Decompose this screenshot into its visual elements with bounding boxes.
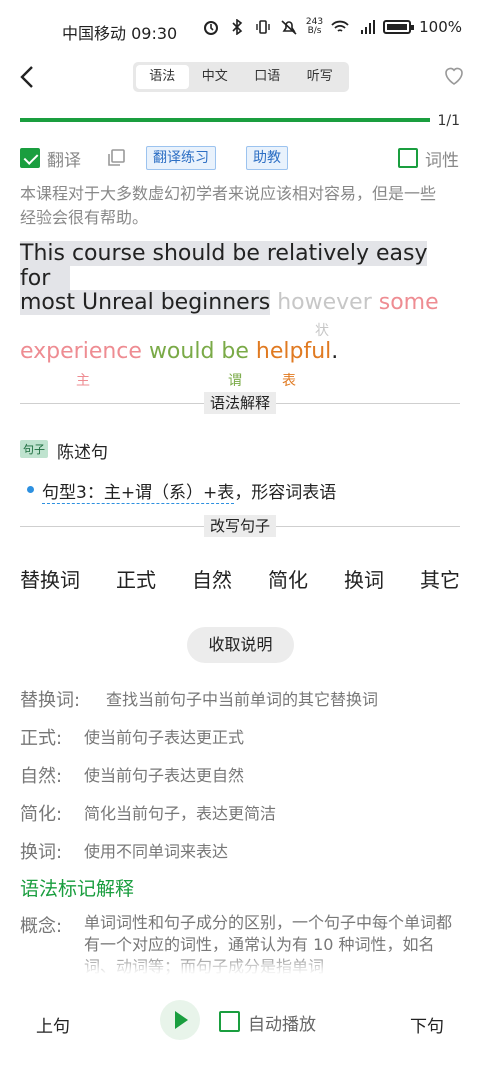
translate-label: 翻译 bbox=[47, 151, 81, 171]
tag-predicate: 谓 bbox=[228, 373, 242, 389]
grammar-section-title: 语法解释 bbox=[203, 392, 277, 414]
tab-dictation[interactable]: 听写 bbox=[294, 65, 347, 89]
rewrite-divider: 改写句子 bbox=[20, 515, 460, 537]
word-some[interactable]: some bbox=[379, 290, 439, 315]
tag-adverbial: 状 bbox=[315, 323, 329, 339]
collapse-explanation-button[interactable]: 收取说明 bbox=[187, 627, 294, 663]
wifi-icon bbox=[331, 20, 349, 32]
explanation-value: 使当前句子表达更正式 bbox=[84, 728, 245, 747]
previous-sentence-button[interactable]: 上句 bbox=[36, 1012, 70, 1037]
word-would-be[interactable]: would be bbox=[149, 339, 249, 364]
grammar-divider: 语法解释 bbox=[20, 392, 460, 414]
progress-bar bbox=[20, 118, 430, 122]
tab-speaking[interactable]: 口语 bbox=[241, 65, 294, 89]
part-of-speech-label: 词性 bbox=[425, 151, 459, 171]
tab-chinese[interactable]: 中文 bbox=[189, 65, 242, 89]
tag-subject: 主 bbox=[76, 373, 90, 389]
explanation-value: 查找当前句子中当前单词的其它替换词 bbox=[106, 690, 379, 709]
sentence-line-2: most Unreal beginners however some bbox=[20, 290, 439, 315]
rewrite-tabs: 替换词 正式 自然 简化 换词 其它 bbox=[20, 564, 460, 593]
play-button[interactable] bbox=[160, 1000, 200, 1040]
tab-grammar[interactable]: 语法 bbox=[136, 65, 189, 89]
explanation-value: 使用不同单词来表达 bbox=[84, 842, 229, 861]
sentence-type: 陈述句 bbox=[57, 443, 108, 463]
auto-play-checkbox[interactable] bbox=[219, 1011, 240, 1032]
translation-practice-button[interactable]: 翻译练习 bbox=[146, 146, 216, 170]
grammar-marks-title: 语法标记解释 bbox=[20, 878, 135, 900]
bluetooth-icon bbox=[232, 19, 243, 35]
word-however[interactable]: however bbox=[277, 290, 372, 315]
tutor-button[interactable]: 助教 bbox=[246, 146, 288, 170]
signal-5g-icon bbox=[361, 20, 376, 34]
explanation-key: 换词: bbox=[20, 842, 63, 863]
net-speed-unit: B/s bbox=[307, 26, 322, 36]
explanation-key: 替换词: bbox=[20, 690, 81, 711]
explanation-value: 简化当前句子，表达更简洁 bbox=[84, 804, 277, 823]
alarm-icon bbox=[203, 21, 218, 35]
sentence-pattern-rest: ，形容词表语 bbox=[234, 483, 337, 503]
rewrite-tab-replace-word[interactable]: 替换词 bbox=[20, 564, 80, 593]
sentence-period: . bbox=[331, 339, 339, 364]
back-arrow-icon[interactable] bbox=[16, 62, 40, 92]
sentence-pattern-link[interactable]: 句型3：主+谓（系）+表 bbox=[42, 483, 235, 504]
progress-text: 1/1 bbox=[437, 113, 460, 129]
favorite-heart-icon[interactable] bbox=[442, 64, 466, 88]
copy-icon[interactable] bbox=[106, 148, 126, 168]
rewrite-tab-formal[interactable]: 正式 bbox=[116, 564, 156, 593]
rewrite-section-title: 改写句子 bbox=[203, 515, 277, 537]
status-right-group: 243 B/s 100% bbox=[202, 18, 462, 36]
tag-complement: 表 bbox=[282, 373, 296, 389]
status-carrier-time: 中国移动 09:30 bbox=[62, 24, 178, 43]
sentence-badge: 句子 bbox=[20, 440, 48, 458]
rewrite-tab-other[interactable]: 其它 bbox=[420, 564, 460, 593]
translate-checkbox[interactable] bbox=[20, 148, 40, 168]
progress-fill bbox=[20, 118, 430, 122]
mute-icon bbox=[281, 20, 297, 35]
concept-key: 概念: bbox=[20, 916, 63, 937]
rewrite-tab-natural[interactable]: 自然 bbox=[192, 564, 232, 593]
explanation-value: 使当前句子表达更自然 bbox=[84, 766, 245, 785]
sentence-main-clause-1[interactable]: This course should be relatively easy fo… bbox=[20, 241, 428, 291]
next-sentence-button[interactable]: 下句 bbox=[410, 1012, 444, 1037]
chinese-translation: 本课程对于大多数虚幻初学者来说应该相对容易，但是一些经验会很有帮助。 bbox=[20, 184, 437, 227]
sentence-line-3: experience would be helpful. bbox=[20, 339, 338, 364]
options-row: 翻译 翻译练习 助教 词性 bbox=[20, 146, 460, 171]
vibrate-icon bbox=[256, 20, 270, 34]
bottom-bar: 上句 自动播放 下句 bbox=[0, 976, 480, 1066]
battery-icon bbox=[383, 20, 415, 34]
sentence-line-1: This course should be relatively easy fo… bbox=[20, 241, 480, 291]
rewrite-tab-simplify[interactable]: 简化 bbox=[268, 564, 308, 593]
sentence-pattern: 句型3：主+谓（系）+表，形容词表语 bbox=[42, 478, 337, 504]
word-experience[interactable]: experience bbox=[20, 339, 142, 364]
net-speed: 243 B/s bbox=[306, 18, 323, 36]
status-bar: 中国移动 09:30 243 B/s 100% bbox=[0, 0, 480, 58]
part-of-speech-checkbox[interactable] bbox=[398, 148, 418, 168]
explanation-key: 自然: bbox=[20, 766, 63, 787]
word-helpful[interactable]: helpful bbox=[256, 339, 331, 364]
battery-percent: 100% bbox=[419, 18, 462, 36]
sentence-main-clause-2[interactable]: most Unreal beginners bbox=[20, 290, 271, 315]
mode-tabs: 语法 中文 口语 听写 bbox=[133, 62, 349, 92]
explanation-key: 简化: bbox=[20, 804, 63, 825]
explanation-key: 正式: bbox=[20, 728, 63, 749]
rewrite-tab-change-words[interactable]: 换词 bbox=[344, 564, 384, 593]
auto-play-label: 自动播放 bbox=[248, 1015, 316, 1035]
bullet-dot bbox=[27, 486, 34, 493]
